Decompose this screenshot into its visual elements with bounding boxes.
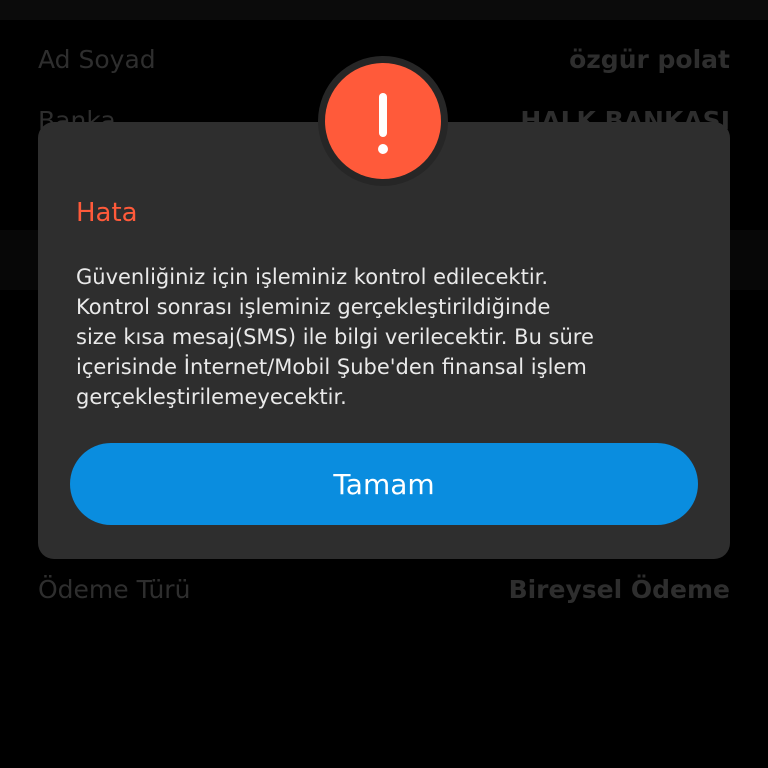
background-header-bar — [0, 0, 768, 20]
message-line: size kısa mesaj(SMS) ile bilgi verilecek… — [76, 325, 594, 349]
message-line: gerçekleştirilemeyecektir. — [76, 385, 347, 409]
background-row-odeme-turu: Ödeme Türü Bireysel Ödeme — [38, 575, 730, 604]
row-label: Ödeme Türü — [38, 575, 191, 604]
dialog-title: Hata — [76, 198, 138, 228]
ok-button[interactable]: Tamam — [70, 443, 698, 525]
row-label: Ad Soyad — [38, 45, 156, 74]
exclamation-icon — [325, 63, 441, 179]
row-value: özgür polat — [569, 45, 730, 74]
dialog-message: Güvenliğiniz için işleminiz kontrol edil… — [76, 262, 676, 412]
message-line: içerisinde İnternet/Mobil Şube'den finan… — [76, 355, 587, 379]
message-line: Kontrol sonrası işleminiz gerçekleştiril… — [76, 295, 551, 319]
row-value: Bireysel Ödeme — [508, 575, 730, 604]
message-line: Güvenliğiniz için işleminiz kontrol edil… — [76, 265, 549, 289]
